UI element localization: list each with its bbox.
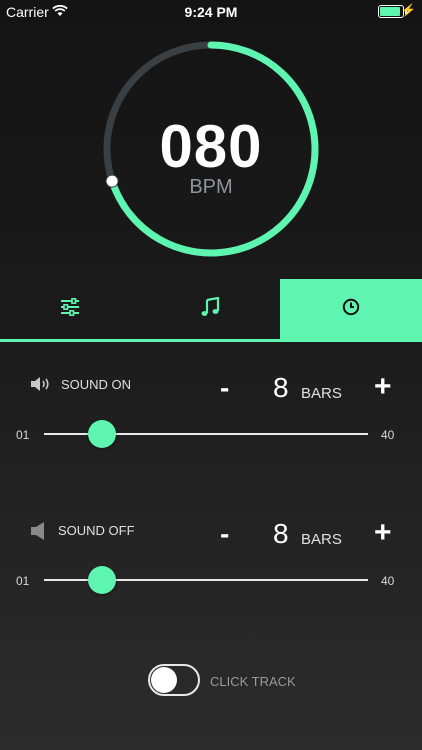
status-time: 9:24 PM: [184, 4, 238, 20]
tab-timer[interactable]: [280, 279, 422, 339]
speaker-on-icon: [30, 376, 52, 397]
slider-thumb[interactable]: [88, 566, 117, 594]
sliders-icon: [60, 297, 80, 321]
sound-off-increment-button[interactable]: +: [374, 516, 392, 550]
tab-music[interactable]: [140, 279, 280, 339]
sound-off-slider-max: 40: [381, 574, 395, 588]
sound-off-slider-min: 01: [16, 574, 30, 588]
clock-icon: [342, 298, 360, 321]
click-track-toggle[interactable]: [148, 664, 200, 696]
sound-off-decrement-button[interactable]: -: [220, 518, 229, 550]
sound-off-slider[interactable]: [44, 566, 368, 594]
sound-on-slider-min: 01: [16, 428, 30, 442]
sound-off-bars-unit: BARS: [301, 531, 342, 548]
bpm-value: 080: [159, 113, 263, 180]
sound-on-label: SOUND ON: [61, 377, 132, 392]
sound-on-bar-count: 8: [273, 372, 289, 403]
sound-on-increment-button[interactable]: +: [374, 370, 392, 404]
speaker-off-icon: [30, 521, 46, 546]
sound-off-label: SOUND OFF: [58, 523, 135, 538]
charging-bolt-icon: ⚡: [401, 3, 416, 17]
sound-on-decrement-button[interactable]: -: [220, 372, 229, 404]
tab-bar: [0, 279, 422, 339]
sound-off-bar-count: 8: [273, 518, 289, 549]
toggle-knob: [151, 667, 177, 693]
bpm-label: BPM: [189, 176, 233, 198]
slider-thumb[interactable]: [88, 420, 117, 448]
music-note-icon: [200, 296, 220, 322]
status-bar: Carrier 9:24 PM ⚡: [0, 0, 422, 24]
sound-on-bars-unit: BARS: [301, 385, 342, 402]
sound-on-slider[interactable]: [44, 420, 368, 448]
sound-on-slider-max: 40: [381, 428, 395, 442]
tab-underline: [0, 339, 422, 342]
click-track-label: CLICK TRACK: [210, 674, 296, 689]
tab-mixer[interactable]: [0, 279, 140, 339]
